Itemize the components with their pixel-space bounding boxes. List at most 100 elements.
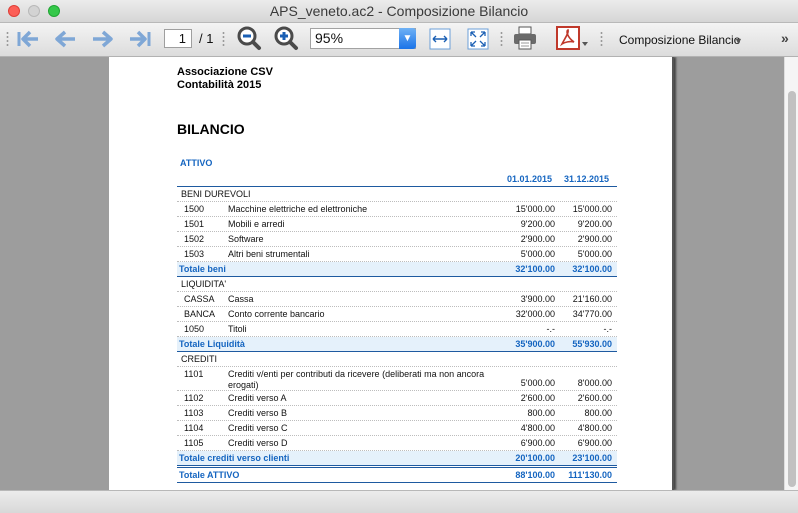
column-header-opening: 01.01.2015: [507, 174, 553, 184]
opening-balance: 2'600.00: [520, 393, 555, 403]
total-label: Totale beni: [179, 264, 226, 274]
closing-balance: 21'160.00: [572, 294, 612, 304]
account-description: Software: [228, 234, 264, 244]
opening-balance: 5'000.00: [520, 378, 555, 388]
report-title: BILANCIO: [177, 121, 245, 137]
opening-balance: 9'200.00: [520, 219, 555, 229]
account-code: BANCA: [184, 309, 216, 319]
account-description: Crediti verso D: [228, 438, 288, 448]
overflow-chevron-icon[interactable]: »: [781, 30, 789, 46]
column-header-closing: 31.12.2015: [564, 174, 610, 184]
account-description: Macchine elettriche ed elettroniche: [228, 204, 368, 214]
total-row: Totale Liquidità 35'900.00 55'930.00: [177, 337, 617, 352]
pdf-icon: [556, 26, 588, 50]
closing-balance: 23'100.00: [572, 453, 612, 463]
export-pdf-button[interactable]: [555, 26, 591, 50]
account-code: 1502: [184, 234, 205, 244]
account-code: 1500: [184, 204, 205, 214]
zoom-out-button[interactable]: [236, 26, 262, 50]
closing-balance: 9'200.00: [577, 219, 612, 229]
closing-balance: 800.00: [584, 408, 612, 418]
opening-balance: 20'100.00: [515, 453, 555, 463]
total-row: Totale beni 32'100.00 32'100.00: [177, 262, 617, 277]
account-description: Cassa: [228, 294, 254, 304]
opening-balance: -.-: [546, 324, 556, 334]
table-row: 1104 Crediti verso C 4'800.00 4'800.00: [177, 421, 617, 436]
opening-balance: 88'100.00: [515, 470, 555, 480]
account-code: 1501: [184, 219, 205, 229]
opening-balance: 6'900.00: [520, 438, 555, 448]
next-page-button[interactable]: [89, 27, 117, 51]
account-description: Crediti v/enti per contributi da ricever…: [228, 369, 485, 390]
total-label: Totale Liquidità: [179, 339, 245, 349]
closing-balance: 32'100.00: [572, 264, 612, 274]
total-label: Totale crediti verso clienti: [179, 453, 290, 463]
opening-balance: 5'000.00: [520, 249, 555, 259]
group-header: LIQUIDITA': [177, 277, 617, 292]
fit-page-icon: [467, 28, 489, 50]
account-code: 1101: [184, 369, 204, 379]
report-selector[interactable]: Composizione Bilancio: [619, 33, 740, 47]
total-row: Totale crediti verso clienti 20'100.00 23'…: [177, 451, 617, 466]
zoom-out-icon: [237, 26, 261, 50]
table-row: BANCA Conto corrente bancario 32'000.00 34'…: [177, 307, 617, 322]
grand-total-row: Totale ATTIVO 88'100.00 111'130.00: [177, 467, 617, 483]
opening-balance: 35'900.00: [515, 339, 555, 349]
last-page-button[interactable]: [125, 27, 153, 51]
last-page-icon: [130, 30, 151, 48]
page-total: / 1: [199, 31, 214, 46]
opening-balance: 15'000.00: [515, 204, 555, 214]
group-name: BENI DUREVOLI: [181, 189, 251, 199]
account-description: Altri beni strumentali: [228, 249, 310, 259]
table-header: 01.01.2015 31.12.2015: [177, 172, 617, 187]
opening-balance: 32'100.00: [515, 264, 555, 274]
toolbar-grip: [222, 31, 225, 47]
chevron-down-icon[interactable]: ▼: [734, 36, 743, 46]
toolbar-grip: [600, 31, 603, 47]
chevron-down-icon[interactable]: ▼: [399, 28, 416, 49]
table-row: 1102 Crediti verso A 2'600.00 2'600.00: [177, 391, 617, 406]
table-row: CASSA Cassa 3'900.00 21'160.00: [177, 292, 617, 307]
account-code: 1104: [184, 423, 204, 433]
table-row: 1501 Mobili e arredi 9'200.00 9'200.00: [177, 217, 617, 232]
zoom-in-icon: [274, 26, 298, 50]
balance-table: 01.01.2015 31.12.2015 BENI DUREVOLI 1500…: [177, 172, 617, 483]
closing-balance: 34'770.00: [572, 309, 612, 319]
first-page-icon: [17, 30, 38, 48]
table-row: 1050 Titoli -.- -.-: [177, 322, 617, 337]
print-button[interactable]: [511, 26, 539, 50]
fit-page-button[interactable]: [466, 27, 490, 51]
vertical-scrollbar[interactable]: [784, 57, 798, 490]
account-description: Crediti verso B: [228, 408, 288, 418]
account-description: Conto corrente bancario: [228, 309, 325, 319]
section-title: ATTIVO: [180, 158, 213, 168]
fit-width-button[interactable]: [428, 27, 452, 51]
opening-balance: 32'000.00: [515, 309, 555, 319]
opening-balance: 2'900.00: [520, 234, 555, 244]
opening-balance: 800.00: [527, 408, 555, 418]
previous-page-icon: [55, 30, 75, 48]
account-description: Mobili e arredi: [228, 219, 285, 229]
closing-balance: 111'130.00: [568, 470, 612, 480]
organization-name: Associazione CSV: [177, 66, 273, 78]
account-description: Titoli: [228, 324, 247, 334]
table-row: 1103 Crediti verso B 800.00 800.00: [177, 406, 617, 421]
first-page-button[interactable]: [15, 27, 43, 51]
account-code: CASSA: [184, 294, 215, 304]
title-bar: APS_veneto.ac2 - Composizione Bilancio: [0, 0, 798, 23]
account-description: Crediti verso C: [228, 423, 288, 433]
document-viewer[interactable]: Associazione CSV Contabilità 2015 BILANC…: [0, 57, 798, 490]
zoom-in-button[interactable]: [273, 26, 299, 50]
group-name: LIQUIDITA': [181, 279, 227, 289]
previous-page-button[interactable]: [51, 27, 79, 51]
account-code: 1503: [184, 249, 205, 259]
table-row: 1500 Macchine elettriche ed elettroniche 1…: [177, 202, 617, 217]
toolbar-grip: [500, 31, 503, 47]
fit-width-icon: [429, 28, 451, 50]
page-number-input[interactable]: 1: [164, 29, 192, 48]
window-title: APS_veneto.ac2 - Composizione Bilancio: [269, 3, 529, 19]
opening-balance: 3'900.00: [520, 294, 555, 304]
scrollbar-thumb[interactable]: [788, 91, 796, 487]
zoom-select[interactable]: 95% ▼: [310, 28, 416, 49]
account-code: 1103: [184, 408, 204, 418]
